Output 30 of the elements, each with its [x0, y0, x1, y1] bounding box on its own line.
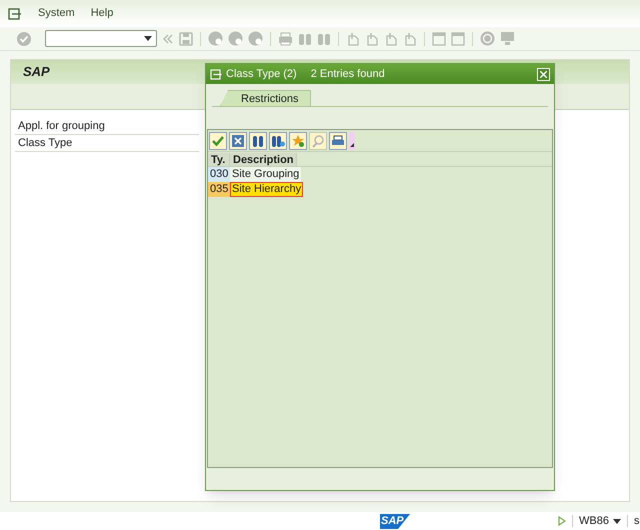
- check-icon[interactable]: [16, 30, 32, 46]
- dialog-subtitle: 2 Entries found: [310, 66, 385, 82]
- table-cell[interactable]: Site Grouping: [230, 167, 302, 182]
- close-button[interactable]: [537, 68, 550, 80]
- dialog-title: Class Type (2): [226, 66, 297, 82]
- play-icon[interactable]: [558, 516, 566, 526]
- sap-logo: SAP: [380, 514, 410, 529]
- system-dropdown[interactable]: WB86: [579, 512, 621, 530]
- dropdown-icon[interactable]: [349, 132, 355, 150]
- dropdown-icon[interactable]: [144, 36, 152, 41]
- tab[interactable]: Restrictions: [220, 90, 312, 106]
- field-label: Appl. for grouping: [15, 118, 199, 135]
- table-cell[interactable]: Site Hierarchy: [230, 182, 304, 197]
- field-label: Class Type: [15, 135, 199, 152]
- dropdown-icon[interactable]: [613, 518, 621, 524]
- menu-icon[interactable]: [8, 8, 22, 20]
- double-chevron-icon[interactable]: [162, 32, 174, 44]
- close-icon[interactable]: [540, 70, 547, 78]
- window-icon: [210, 68, 222, 80]
- table-cell[interactable]: 035: [208, 182, 230, 197]
- monitor-icon[interactable]: [500, 31, 515, 46]
- command-field[interactable]: [45, 30, 157, 47]
- menu-item[interactable]: System: [38, 5, 75, 22]
- table-cell[interactable]: 030: [208, 167, 230, 182]
- menu-item[interactable]: Help: [90, 5, 114, 22]
- column-header: Description: [230, 153, 297, 166]
- status-text: s: [634, 514, 640, 529]
- save-icon[interactable]: [179, 32, 193, 46]
- screen-title: SAP: [23, 63, 50, 82]
- column-header: Ty.: [208, 153, 230, 166]
